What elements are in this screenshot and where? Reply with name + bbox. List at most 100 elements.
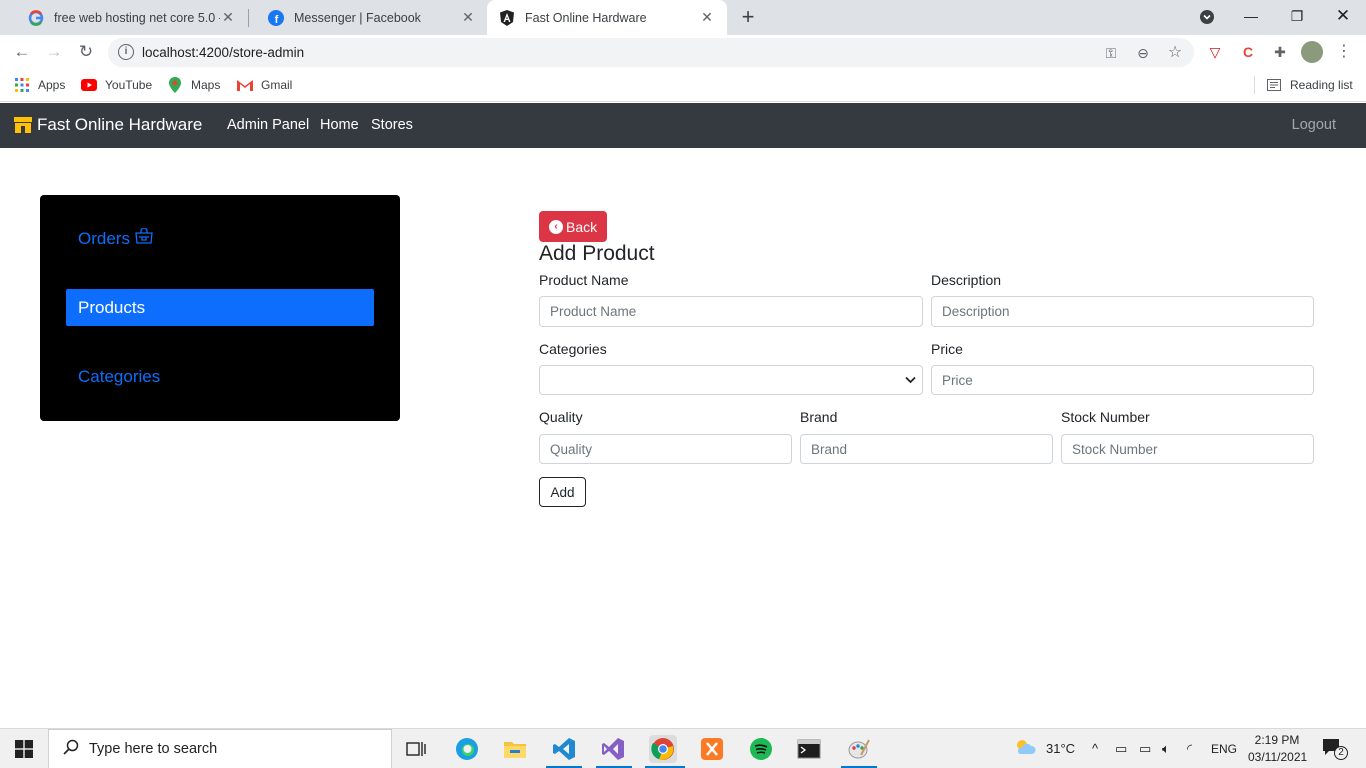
extension-c-icon[interactable]: C [1238, 42, 1258, 62]
back-button-label: Back [566, 218, 598, 235]
apps-grid-icon [14, 77, 30, 93]
price-input[interactable] [931, 365, 1314, 395]
youtube-icon [81, 77, 97, 93]
meet-now-icon[interactable]: ▭ [1115, 741, 1127, 757]
windows-taskbar: Type here to search 31°C ^ ▭ ▭ 🔈︎ ◜ ENG … [0, 728, 1366, 768]
windows-logo-icon [15, 740, 33, 758]
tab-title: free web hosting net core 5.0 - G [54, 10, 220, 25]
admin-sidebar: Orders Products Categories [40, 195, 400, 421]
sidebar-item-label: Categories [78, 367, 161, 386]
reload-icon[interactable]: ↻ [74, 40, 98, 64]
browser-tab-google[interactable]: free web hosting net core 5.0 - G ✕ [8, 0, 248, 35]
brand-link[interactable]: Fast Online Hardware [13, 115, 202, 135]
taskbar-clock[interactable]: 2:19 PM 03/11/2021 [1248, 732, 1308, 766]
new-tab-button[interactable]: + [736, 5, 760, 29]
vscode-icon[interactable] [550, 735, 578, 763]
xampp-icon[interactable] [698, 735, 726, 763]
bookmark-maps[interactable]: Maps [167, 77, 220, 93]
brand-input[interactable] [800, 434, 1053, 464]
paint-icon[interactable] [845, 735, 873, 763]
description-input[interactable] [931, 296, 1314, 327]
categories-select[interactable] [539, 365, 923, 395]
tab-search-icon[interactable] [1184, 0, 1230, 32]
weather-icon[interactable] [1014, 738, 1036, 759]
site-info-icon[interactable]: i [118, 44, 134, 60]
extension-shield-icon[interactable]: ▽ [1205, 42, 1225, 62]
spotify-icon[interactable] [747, 735, 775, 763]
close-window-icon[interactable]: ✕ [1320, 0, 1366, 32]
close-tab-icon[interactable]: ✕ [460, 9, 476, 26]
battery-icon[interactable]: ▭ [1139, 741, 1151, 757]
brand-label: Brand [800, 409, 838, 425]
input-language[interactable]: ENG [1211, 742, 1237, 756]
chrome-icon[interactable] [649, 735, 677, 763]
key-icon[interactable]: ⚿ [1102, 44, 1120, 62]
bookmark-gmail[interactable]: Gmail [237, 77, 292, 93]
forward-arrow-icon[interactable]: → [42, 40, 66, 64]
chevron-down-icon [905, 373, 916, 387]
sidebar-item-products[interactable]: Products [66, 289, 374, 326]
terminal-icon[interactable] [795, 735, 823, 763]
visual-studio-icon[interactable] [599, 735, 627, 763]
edge-icon[interactable] [453, 735, 481, 763]
search-icon [63, 739, 79, 760]
add-product-button[interactable]: Add [539, 477, 586, 507]
brand-name: Fast Online Hardware [37, 115, 203, 134]
shopping-bag-icon [135, 220, 153, 257]
zoom-icon[interactable]: ⊖ [1134, 44, 1152, 62]
browser-toolbar: ← → ↻ i localhost:4200/store-admin ⚿ ⊖ ☆ [0, 35, 1366, 69]
bookmark-label: Gmail [261, 78, 293, 92]
stock-number-input[interactable] [1061, 434, 1314, 464]
start-button[interactable] [0, 729, 48, 768]
wifi-icon[interactable]: ◜ [1187, 741, 1192, 757]
bookmark-label: YouTube [105, 78, 153, 92]
bookmark-label: Apps [38, 78, 66, 92]
browser-menu-icon[interactable]: ⋮ [1334, 42, 1354, 62]
reading-list-icon [1266, 77, 1282, 93]
bookmark-star-icon[interactable]: ☆ [1166, 44, 1184, 62]
extensions-puzzle-icon[interactable]: ✚ [1270, 42, 1290, 62]
logout-link[interactable]: Logout [1292, 117, 1336, 133]
reading-list-button[interactable]: Reading list [1266, 77, 1353, 93]
profile-avatar[interactable] [1301, 41, 1323, 63]
description-label: Description [931, 272, 1002, 288]
minimize-icon[interactable]: — [1228, 0, 1274, 32]
tab-title: Messenger | Facebook [294, 10, 421, 25]
close-tab-icon[interactable]: ✕ [220, 9, 236, 26]
volume-icon[interactable]: 🔈︎ [1162, 741, 1170, 757]
restore-icon[interactable]: ❐ [1274, 0, 1320, 32]
back-button[interactable]: ‹ Back [539, 211, 607, 242]
browser-tab-active[interactable]: Fast Online Hardware ✕ [487, 0, 727, 35]
close-tab-icon[interactable]: ✕ [699, 9, 715, 26]
action-center-icon[interactable]: 2 [1322, 738, 1348, 760]
quality-input[interactable] [539, 434, 792, 464]
back-arrow-icon[interactable]: ← [10, 40, 34, 64]
product-name-input[interactable] [539, 296, 923, 327]
bookmark-apps[interactable]: Apps [14, 77, 65, 93]
clock-date: 03/11/2021 [1248, 750, 1308, 764]
file-explorer-icon[interactable] [501, 735, 529, 763]
nav-link-admin-panel[interactable]: Admin Panel [227, 117, 309, 133]
browser-tab-messenger[interactable]: f Messenger | Facebook ✕ [248, 0, 488, 35]
bookmark-youtube[interactable]: YouTube [81, 77, 152, 93]
tab-title: Fast Online Hardware [525, 10, 647, 25]
sidebar-item-orders[interactable]: Orders [66, 220, 374, 257]
nav-link-stores[interactable]: Stores [371, 117, 413, 133]
taskbar-search-box[interactable]: Type here to search [48, 729, 392, 768]
bookmark-label: Maps [191, 78, 221, 92]
gmail-icon [237, 77, 253, 93]
bookmark-divider [1254, 76, 1255, 94]
quality-label: Quality [539, 409, 583, 425]
sidebar-item-categories[interactable]: Categories [66, 358, 374, 395]
show-hidden-icons[interactable]: ^ [1092, 741, 1098, 756]
nav-link-home[interactable]: Home [320, 117, 359, 133]
url-text[interactable]: localhost:4200/store-admin [142, 45, 304, 60]
search-placeholder: Type here to search [89, 741, 218, 757]
weather-temperature[interactable]: 31°C [1046, 741, 1075, 756]
address-bar[interactable]: i localhost:4200/store-admin ⚿ ⊖ ☆ [108, 38, 1194, 67]
stock-number-label: Stock Number [1061, 409, 1150, 425]
store-icon [13, 116, 33, 134]
task-view-icon[interactable] [402, 735, 430, 763]
facebook-icon: f [268, 9, 284, 26]
bookmarks-bar: Apps YouTube Maps Gmail Reading list [0, 69, 1366, 102]
